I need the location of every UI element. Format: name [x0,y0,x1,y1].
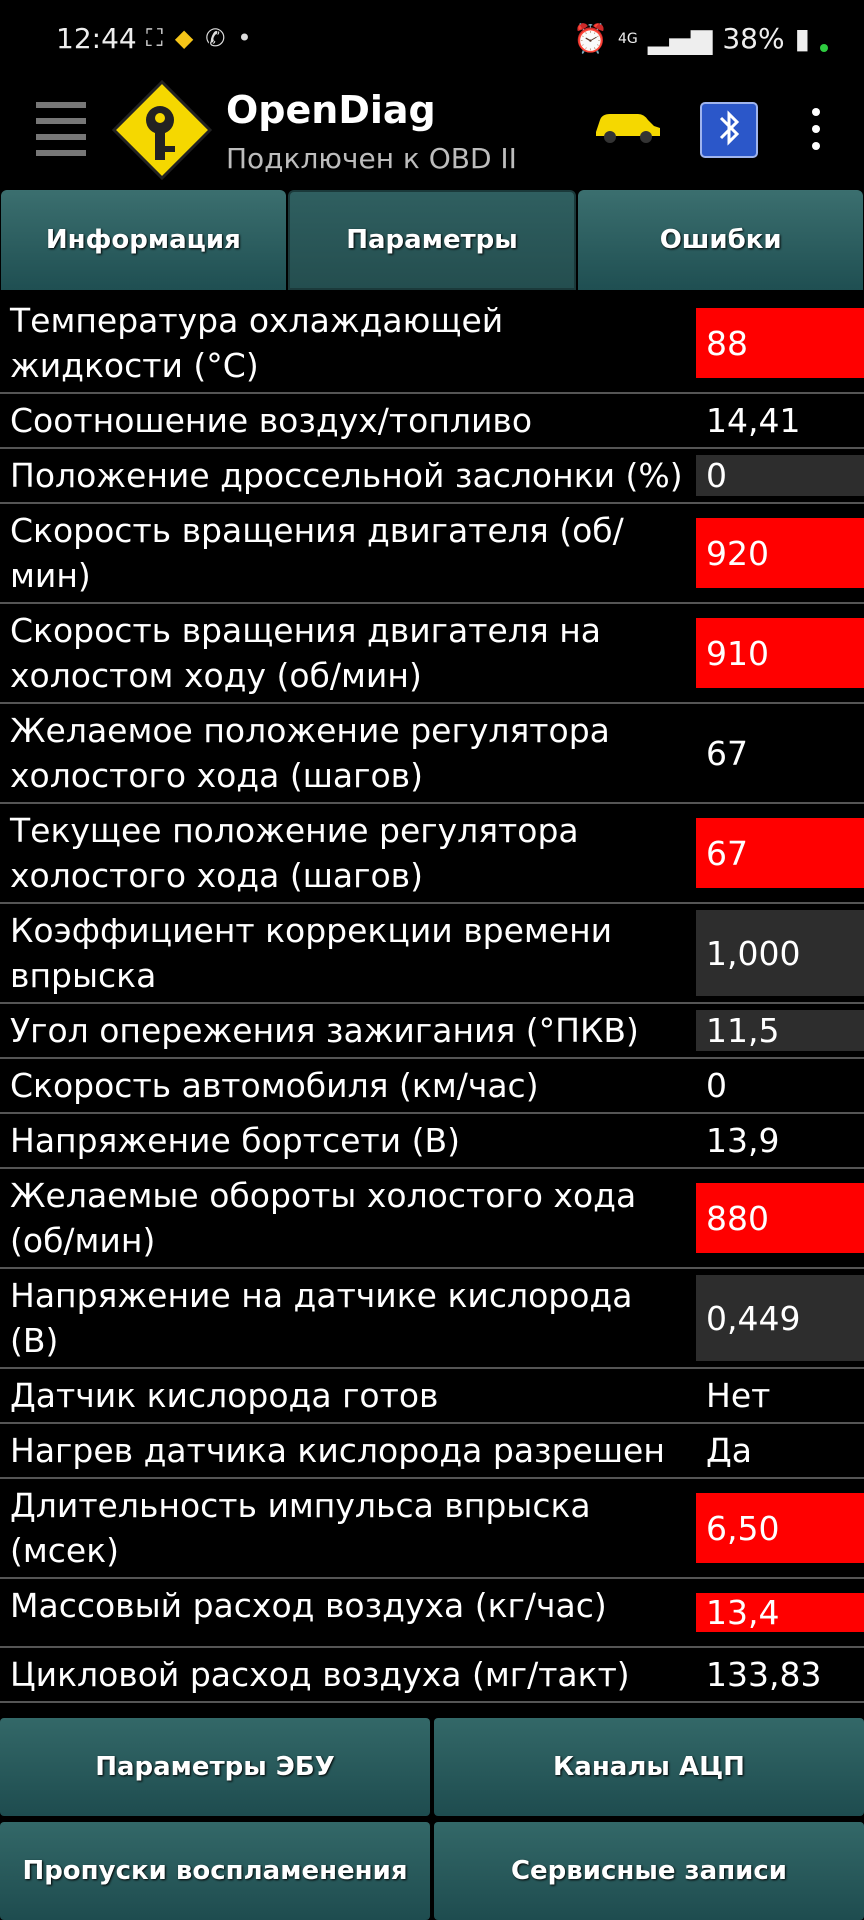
parameter-value: 11,5 [696,1010,864,1051]
connection-status: Подключен к OBD II [226,142,517,175]
app-title: OpenDiag [226,88,436,132]
parameter-value: Да [706,1431,753,1470]
parameter-label: Скорость автомобиля (км/час) [10,1066,539,1105]
parameter-label: Часовой расход топлива (л/час) [0,1703,696,1716]
parameter-label: Напряжение бортсети (В) [10,1121,460,1160]
ecu-params-button[interactable]: Параметры ЭБУ [0,1718,430,1816]
parameter-row[interactable]: Часовой расход топлива (л/час)1,32 [0,1703,864,1716]
parameter-value: 910 [696,618,864,688]
parameter-row[interactable]: Текущее положение регулятора холостого х… [0,804,864,904]
parameter-label: Нагрев датчика кислорода разрешен [10,1431,665,1470]
tab-bar: Информация Параметры Ошибки [0,190,864,290]
app-logo-icon [112,80,212,180]
parameter-label: Длительность импульса впрыска (мсек) [10,1486,591,1570]
status-time: 12:44 [56,22,137,55]
parameter-value: 0 [696,455,864,496]
parameter-label: Текущее положение регулятора холостого х… [10,811,579,895]
parameter-label: Желаемые обороты холостого хода (об/мин) [10,1176,637,1260]
parameter-value: 880 [696,1183,864,1253]
parameter-row[interactable]: Скорость автомобиля (км/час) 0 [0,1059,864,1114]
parameter-row[interactable]: Желаемые обороты холостого хода (об/мин)… [0,1169,864,1269]
parameter-value: 133,83 [706,1655,822,1694]
parameter-label: Цикловой расход воздуха (мг/такт) [10,1655,630,1694]
parameter-label: Соотношение воздух/топливо [10,401,533,440]
car-icon[interactable] [592,106,664,146]
parameter-row[interactable]: Скорость вращения двигателя на холостом … [0,604,864,704]
parameter-value: 920 [696,518,864,588]
parameter-label: Температура охлаждающей жидкости (°C) [10,301,504,385]
screenshot-icon: ⛶ [146,24,163,52]
parameter-value: 1,32 [696,1703,864,1716]
whatsapp-icon: ✆ [205,24,226,52]
parameter-value: 1,000 [696,910,864,996]
parameter-value: Нет [706,1376,771,1415]
bottom-button-bar: Параметры ЭБУ Каналы АЦП Пропуски воспла… [0,1718,864,1920]
parameter-row[interactable]: Датчик кислорода готов Нет [0,1369,864,1424]
parameter-label: Массовый расход воздуха (кг/час) [10,1586,607,1625]
parameter-label: Скорость вращения двигателя на холостом … [10,611,602,695]
notification-icons: ⛶ ◆ ✆ • [146,24,252,52]
parameter-row[interactable]: Желаемое положение регулятора холостого … [0,704,864,804]
parameter-row[interactable]: Коэффициент коррекции времени впрыска 1,0… [0,904,864,1004]
parameter-row[interactable]: Напряжение бортсети (В) 13,9 [0,1114,864,1169]
parameter-row[interactable]: Скорость вращения двигателя (об/мин) 920 [0,504,864,604]
parameter-row[interactable]: Нагрев датчика кислорода разрешен Да [0,1424,864,1479]
status-bar: 12:44 ⛶ ◆ ✆ • ⏰ 4G ▂▄▆ 38% ▮ [0,0,864,84]
parameters-list[interactable]: Температура охлаждающей жидкости (°C) 88 С… [0,294,864,1716]
bluetooth-icon[interactable] [700,102,758,158]
parameter-value: 14,41 [706,401,801,440]
signal-icon: ▂▄▆ [647,22,713,55]
parameter-label: Положение дроссельной заслонки (%) [10,456,683,495]
system-icons: ⏰ 4G ▂▄▆ 38% ▮ [573,22,828,55]
tab-parameters[interactable]: Параметры [287,190,577,290]
parameter-label: Датчик кислорода готов [10,1376,439,1415]
battery-icon: ▮ [794,22,810,55]
parameter-row[interactable]: Соотношение воздух/топливо 14,41 [0,394,864,449]
parameter-label: Желаемое положение регулятора холостого … [10,711,610,795]
parameter-row[interactable]: Напряжение на датчике кислорода (В) 0,449 [0,1269,864,1369]
parameter-label: Коэффициент коррекции времени впрыска [10,911,613,995]
parameter-row[interactable]: Цикловой расход воздуха (мг/такт) 133,83 [0,1648,864,1703]
misfires-button[interactable]: Пропуски воспламенения [0,1822,430,1920]
more-notifications-icon: • [237,24,252,52]
navigation-icon: ◆ [174,24,194,52]
parameter-label: Скорость вращения двигателя (об/мин) [10,511,624,595]
alarm-icon: ⏰ [573,22,608,55]
parameter-value: 88 [696,308,864,378]
adc-channels-button[interactable]: Каналы АЦП [434,1718,864,1816]
overflow-menu-icon[interactable] [806,108,826,158]
tab-errors[interactable]: Ошибки [578,190,864,290]
parameter-value: 67 [706,733,748,773]
parameter-value: 0,449 [696,1275,864,1361]
tab-information[interactable]: Информация [1,190,286,290]
battery-percent: 38% [722,22,785,55]
parameter-row[interactable]: Угол опережения зажигания (°ПКВ) 11,5 [0,1004,864,1059]
parameter-value: 0 [706,1066,727,1105]
status-dot-icon [820,43,828,52]
parameter-label: Угол опережения зажигания (°ПКВ) [10,1011,639,1050]
parameter-row[interactable]: Положение дроссельной заслонки (%) 0 [0,449,864,504]
parameter-label: Напряжение на датчике кислорода (В) [10,1276,633,1360]
menu-icon[interactable] [36,102,86,158]
network-type-icon: 4G [617,30,638,47]
parameter-row[interactable]: Массовый расход воздуха (кг/час) 13,4 [0,1579,864,1648]
parameter-row[interactable]: Длительность импульса впрыска (мсек) 6,50 [0,1479,864,1579]
parameter-value: 13,9 [706,1121,780,1160]
parameter-value: 67 [696,818,864,888]
parameter-value: 6,50 [696,1493,864,1563]
app-toolbar: OpenDiag Подключен к OBD II [0,80,864,190]
service-records-button[interactable]: Сервисные записи [434,1822,864,1920]
parameter-value: 13,4 [696,1593,864,1632]
parameter-row[interactable]: Температура охлаждающей жидкости (°C) 88 [0,294,864,394]
